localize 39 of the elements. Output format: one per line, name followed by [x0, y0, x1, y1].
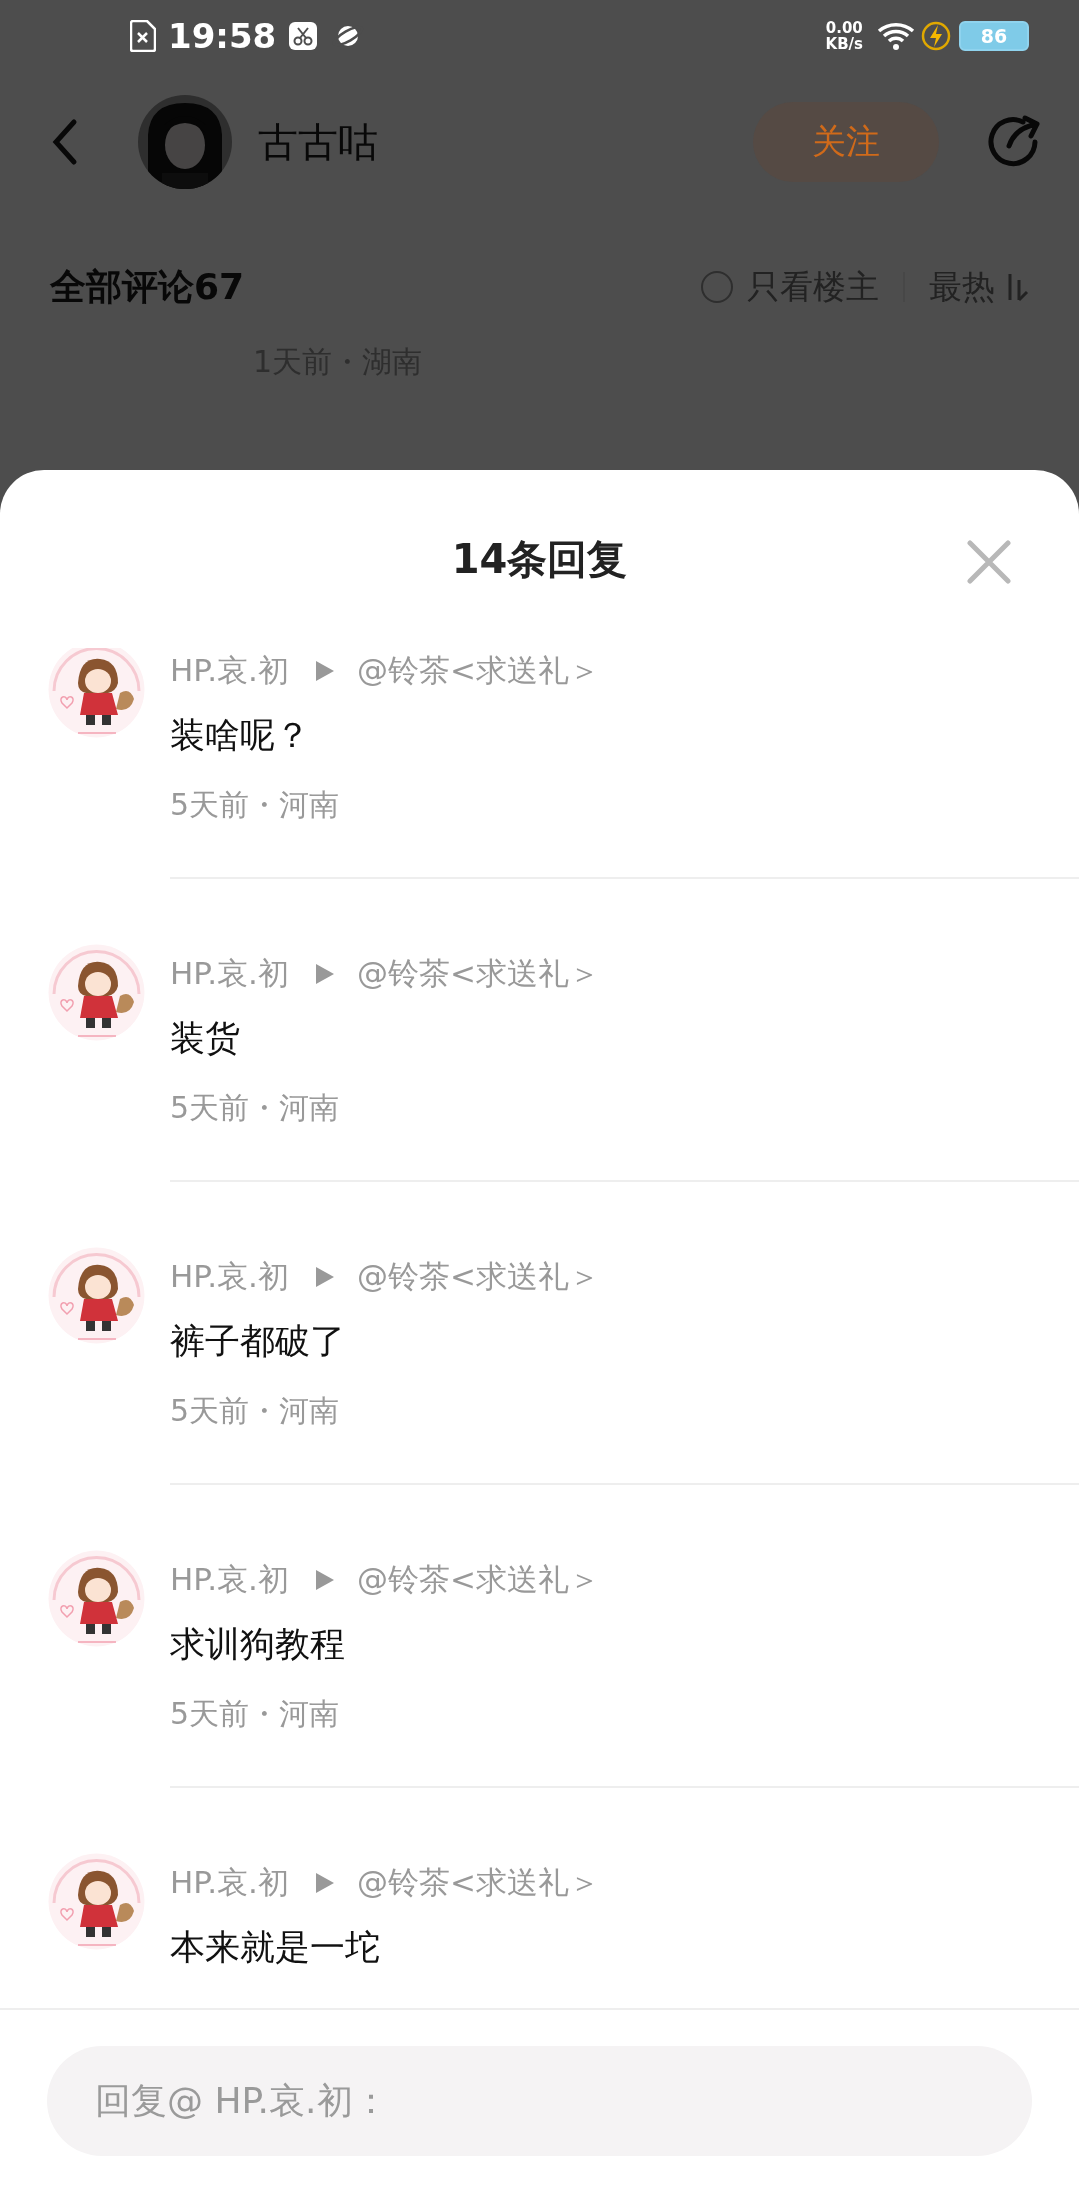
author-name[interactable]: HP.哀.初: [170, 1256, 289, 1298]
reply-meta: 5天前・河南: [170, 1089, 341, 1127]
author-name[interactable]: HP.哀.初: [170, 1862, 289, 1904]
close-button[interactable]: [967, 540, 1011, 584]
play-icon: [314, 660, 335, 682]
reply-input-field[interactable]: 回复@ HP.哀.初：: [47, 2045, 1032, 2156]
network-unit: KB/s: [825, 36, 863, 52]
username: 古古咕: [258, 117, 379, 167]
play-icon: [314, 963, 335, 985]
author-name[interactable]: HP.哀.初: [170, 1559, 289, 1601]
reply-text: 装货: [170, 1017, 241, 1060]
reply-text: 装啥呢？: [170, 714, 311, 757]
reply-meta: 5天前・河南: [170, 786, 341, 824]
play-icon: [314, 1872, 335, 1894]
reply-target[interactable]: @铃茶<求送礼＞: [356, 1862, 600, 1904]
reply-target[interactable]: @铃茶<求送礼＞: [356, 650, 600, 692]
play-icon: [314, 1266, 335, 1288]
reply-target[interactable]: @铃茶<求送礼＞: [356, 1256, 600, 1298]
network-speed: 0.00: [825, 20, 863, 36]
follow-button[interactable]: 关注: [753, 102, 939, 182]
sim-card-icon: [130, 20, 156, 52]
reply-text: 本来就是一坨: [170, 1926, 381, 1969]
charging-icon: [921, 21, 951, 51]
reply-meta: 5天前・河南: [170, 1695, 341, 1733]
sheet-title: 14条回复: [451, 534, 628, 584]
reply-text: 求训狗教程: [170, 1623, 346, 1666]
author-name[interactable]: HP.哀.初: [170, 953, 289, 995]
wifi-icon: [877, 21, 917, 51]
clock-time: 19:58: [168, 16, 277, 56]
close-icon: [967, 540, 1011, 584]
author-name[interactable]: HP.哀.初: [170, 650, 289, 692]
scissors-icon: [288, 21, 319, 51]
reply-target[interactable]: @铃茶<求送礼＞: [356, 1559, 600, 1601]
comments-title: 全部评论67: [50, 264, 246, 309]
play-icon: [314, 1569, 335, 1591]
reply-meta: 5天前・河南: [170, 1392, 341, 1430]
battery-icon: 86: [959, 21, 1029, 51]
reply-text: 裤子都破了: [170, 1320, 346, 1363]
reply-target[interactable]: @铃茶<求送礼＞: [356, 953, 600, 995]
